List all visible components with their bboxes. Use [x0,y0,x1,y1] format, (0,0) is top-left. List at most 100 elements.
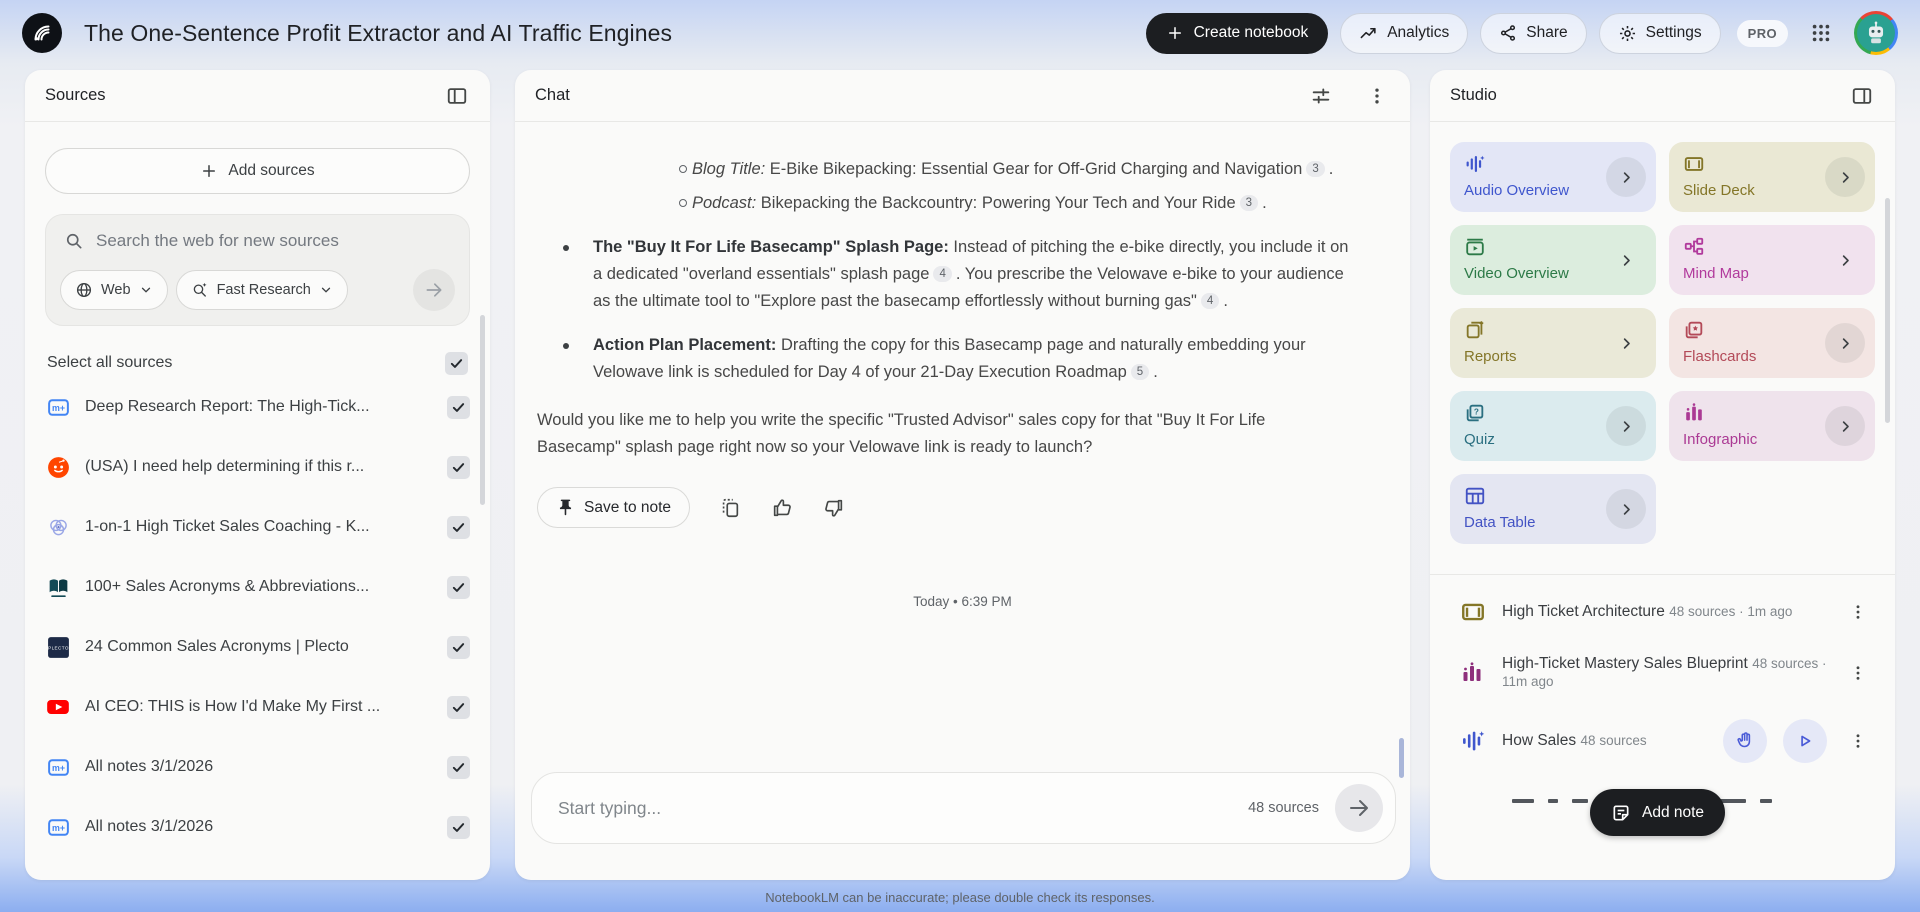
plus-icon [1166,24,1184,42]
select-all-checkbox[interactable] [445,352,468,375]
thumbs-up-icon[interactable] [770,496,794,520]
send-message-button[interactable] [1335,784,1383,832]
analytics-button[interactable]: Analytics [1340,13,1468,54]
svg-text:PLECTO: PLECTO [48,645,69,650]
list-item[interactable]: High Ticket Architecture 48 sources · 1m… [1450,583,1875,641]
chevron-right-icon[interactable] [1825,323,1865,363]
sources-count: 48 sources [1248,800,1319,816]
search-submit-button[interactable] [413,269,455,311]
item-more-menu-icon[interactable] [1843,658,1873,688]
source-row[interactable]: (USA) I need help determining if this r.… [45,442,470,492]
add-sources-button[interactable]: Add sources [45,148,470,194]
studio-divider [1430,574,1895,575]
source-row[interactable]: 100+ Sales Acronyms & Abbreviations... [45,562,470,612]
interactive-mode-button[interactable] [1723,719,1767,763]
studio-tile-infographic[interactable]: Infographic [1669,391,1875,461]
source-title: 100+ Sales Acronyms & Abbreviations... [85,578,433,596]
source-search-input[interactable] [96,231,451,251]
source-checkbox[interactable] [447,816,470,839]
svg-text:?: ? [1474,408,1479,417]
source-checkbox[interactable] [447,696,470,719]
sources-scrollbar[interactable] [480,315,485,505]
chat-scrollbar[interactable] [1399,738,1404,778]
item-more-menu-icon[interactable] [1843,726,1873,756]
globe-icon [75,281,93,299]
list-item: Blog Title: E-Bike Bikepacking: Essentia… [537,156,1352,183]
source-checkbox[interactable] [447,396,470,419]
citation-chip[interactable]: 5 [1131,364,1149,380]
chevron-right-icon[interactable] [1606,240,1646,280]
chat-input-bar: 48 sources [531,772,1396,844]
chat-more-menu-icon[interactable] [1364,83,1390,109]
note-icon [1611,803,1631,823]
source-row[interactable]: 1-on-1 High Ticket Sales Coaching - K... [45,502,470,552]
notebooklm-logo-icon[interactable] [22,13,62,53]
source-checkbox[interactable] [447,576,470,599]
citation-chip[interactable]: 3 [1306,161,1324,177]
venn-favicon-icon [45,514,71,540]
studio-tile-quiz[interactable]: ? Quiz [1450,391,1656,461]
chat-input[interactable] [558,798,1248,819]
studio-tile-mind-map[interactable]: Mind Map [1669,225,1875,295]
source-checkbox[interactable] [447,516,470,539]
studio-tile-audio-overview[interactable]: Audio Overview [1450,142,1656,212]
create-notebook-button[interactable]: Create notebook [1146,13,1329,54]
sources-panel-title: Sources [45,86,106,105]
share-button[interactable]: Share [1480,13,1586,54]
item-title: High-Ticket Mastery Sales Blueprint [1502,655,1748,672]
research-mode-dropdown[interactable]: Fast Research [176,270,348,310]
studio-scrollbar[interactable] [1885,198,1890,423]
accuracy-disclaimer: NotebookLM can be inaccurate; please dou… [0,890,1920,905]
bullet-icon [563,343,569,349]
save-to-note-button[interactable]: Save to note [537,487,690,528]
pin-icon [556,498,575,517]
user-avatar[interactable] [1854,11,1898,55]
source-row[interactable]: PLECTO 24 Common Sales Acronyms | Plecto [45,622,470,672]
source-checkbox[interactable] [447,456,470,479]
source-row[interactable]: m+ All notes 3/1/2026 [45,802,470,852]
source-row[interactable]: m+ Deep Research Report: The High-Tick..… [45,382,470,432]
studio-tile-flashcards[interactable]: Flashcards [1669,308,1875,378]
list-item[interactable]: High-Ticket Mastery Sales Blueprint 48 s… [1450,641,1875,705]
studio-tile-reports[interactable]: Reports [1450,308,1656,378]
notebook-title[interactable]: The One-Sentence Profit Extractor and AI… [84,20,1146,47]
studio-tile-data-table[interactable]: Data Table [1450,474,1656,544]
chevron-right-icon[interactable] [1825,240,1865,280]
item-title: How Sales [1502,732,1576,749]
google-apps-grid-icon[interactable] [1800,12,1842,54]
svg-text:m+: m+ [51,823,64,833]
chevron-right-icon[interactable] [1606,489,1646,529]
list-item: The "Buy It For Life Basecamp" Splash Pa… [537,234,1352,315]
citation-chip[interactable]: 3 [1240,195,1258,211]
source-checkbox[interactable] [447,636,470,659]
chevron-right-icon[interactable] [1825,157,1865,197]
copy-icon[interactable] [718,496,742,520]
list-item[interactable]: How Sales 48 sources [1450,705,1875,777]
message-actions: Save to note [537,487,1410,528]
chevron-right-icon[interactable] [1606,157,1646,197]
chat-settings-icon[interactable] [1308,83,1334,109]
chevron-right-icon[interactable] [1825,406,1865,446]
collapse-sources-panel-icon[interactable] [444,83,470,109]
source-row[interactable]: AI CEO: THIS is How I'd Make My First ..… [45,682,470,732]
web-filter-dropdown[interactable]: Web [60,270,168,310]
chevron-right-icon[interactable] [1606,323,1646,363]
chevron-right-icon[interactable] [1606,406,1646,446]
source-checkbox[interactable] [447,756,470,779]
studio-tile-video-overview[interactable]: Video Overview [1450,225,1656,295]
add-note-button[interactable]: Add note [1590,789,1725,836]
item-more-menu-icon[interactable] [1843,597,1873,627]
list-item: Podcast: Bikepacking the Backcountry: Po… [537,190,1352,217]
studio-tile-slide-deck[interactable]: Slide Deck [1669,142,1875,212]
settings-button[interactable]: Settings [1599,13,1721,54]
collapse-studio-panel-icon[interactable] [1849,83,1875,109]
chat-panel: Chat Blog Title: E-Bike Bikepacking: Ess… [515,70,1410,880]
bullet-icon [563,245,569,251]
source-row[interactable]: m+ All notes 3/1/2026 [45,742,470,792]
play-audio-button[interactable] [1783,719,1827,763]
thumbs-down-icon[interactable] [822,496,846,520]
citation-chip[interactable]: 4 [1201,293,1219,309]
svg-text:m+: m+ [51,763,64,773]
citation-chip[interactable]: 4 [933,266,951,282]
studio-tiles-grid: Audio Overview Slide Deck Video Overview… [1450,142,1875,544]
